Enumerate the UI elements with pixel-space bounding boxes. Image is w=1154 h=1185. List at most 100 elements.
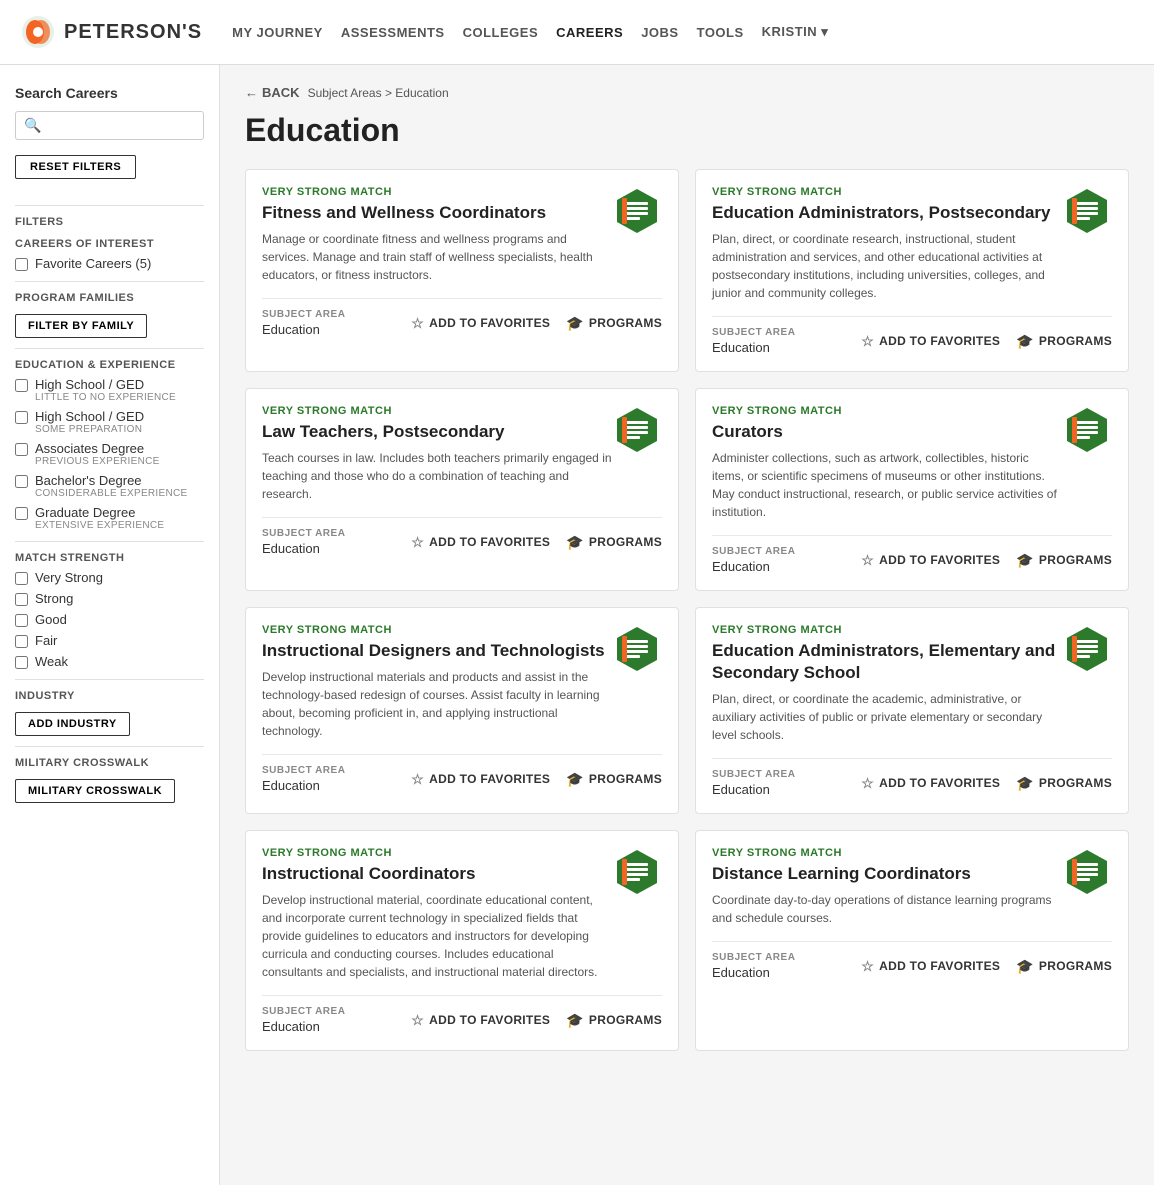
nav-jobs[interactable]: JOBS xyxy=(641,25,678,40)
card-desc-4: Develop instructional materials and prod… xyxy=(262,668,612,740)
programs-button-5[interactable]: 🎓 PROGRAMS xyxy=(1016,775,1112,792)
card-footer-3: SUBJECT AREA Education ☆ ADD TO FAVORITE… xyxy=(712,535,1112,574)
card-top-1: VERY STRONG MATCH Education Administrato… xyxy=(712,186,1112,302)
match-checkbox-2[interactable] xyxy=(15,614,28,627)
nav-user[interactable]: KRISTIN ▾ xyxy=(762,24,829,40)
add-to-favorites-button-1[interactable]: ☆ ADD TO FAVORITES xyxy=(861,333,1000,350)
add-to-favorites-button-0[interactable]: ☆ ADD TO FAVORITES xyxy=(411,315,550,332)
breadcrumb-path: Subject Areas > Education xyxy=(308,86,449,100)
card-top-4: VERY STRONG MATCH Instructional Designer… xyxy=(262,624,662,740)
card-top-3: VERY STRONG MATCH Curators Administer co… xyxy=(712,405,1112,521)
logo-text: PETERSON'S xyxy=(64,21,202,44)
card-icon-2 xyxy=(612,405,662,458)
programs-button-4[interactable]: 🎓 PROGRAMS xyxy=(566,771,662,788)
programs-icon-1: 🎓 xyxy=(1016,333,1034,350)
nav-assessments[interactable]: ASSESSMENTS xyxy=(341,25,445,40)
star-icon-5: ☆ xyxy=(861,775,874,792)
programs-icon-2: 🎓 xyxy=(566,534,584,551)
add-to-favorites-button-7[interactable]: ☆ ADD TO FAVORITES xyxy=(861,958,1000,975)
search-box[interactable]: 🔍 xyxy=(15,111,204,140)
career-card-3: VERY STRONG MATCH Curators Administer co… xyxy=(695,388,1129,591)
match-checkbox-1[interactable] xyxy=(15,593,28,606)
nav-colleges[interactable]: COLLEGES xyxy=(463,25,539,40)
card-actions-6: ☆ ADD TO FAVORITES 🎓 PROGRAMS xyxy=(411,1012,662,1029)
programs-button-6[interactable]: 🎓 PROGRAMS xyxy=(566,1012,662,1029)
edu-checkbox-0[interactable] xyxy=(15,379,28,392)
match-checkbox-0[interactable] xyxy=(15,572,28,585)
add-industry-button[interactable]: ADD INDUSTRY xyxy=(15,712,130,736)
card-top-7: VERY STRONG MATCH Distance Learning Coor… xyxy=(712,847,1112,927)
divider-4 xyxy=(15,541,204,542)
search-input[interactable] xyxy=(46,118,195,133)
card-desc-6: Develop instructional material, coordina… xyxy=(262,891,612,981)
card-content-7: VERY STRONG MATCH Distance Learning Coor… xyxy=(712,847,1062,927)
card-top-2: VERY STRONG MATCH Law Teachers, Postseco… xyxy=(262,405,662,503)
programs-button-7[interactable]: 🎓 PROGRAMS xyxy=(1016,958,1112,975)
programs-icon-0: 🎓 xyxy=(566,315,584,332)
back-button[interactable]: ← BACK xyxy=(245,85,300,100)
card-title-2: Law Teachers, Postsecondary xyxy=(262,421,612,443)
reset-filters-button[interactable]: RESET FILTERS xyxy=(15,155,136,179)
subject-area-3: SUBJECT AREA Education xyxy=(712,546,795,574)
match-item-4: Weak xyxy=(15,654,204,669)
programs-button-1[interactable]: 🎓 PROGRAMS xyxy=(1016,333,1112,350)
card-title-4: Instructional Designers and Technologist… xyxy=(262,640,612,662)
nav-tools[interactable]: TOOLS xyxy=(697,25,744,40)
star-icon-6: ☆ xyxy=(411,1012,424,1029)
careers-of-interest-heading: CAREERS OF INTEREST xyxy=(15,238,204,250)
card-desc-2: Teach courses in law. Includes both teac… xyxy=(262,449,612,503)
filter-by-family-button[interactable]: FILTER BY FAMILY xyxy=(15,314,147,338)
edu-checkbox-2[interactable] xyxy=(15,443,28,456)
divider-3 xyxy=(15,348,204,349)
edu-label-4: Graduate Degree EXTENSIVE EXPERIENCE xyxy=(35,505,164,531)
logo[interactable]: PETERSON'S xyxy=(20,14,202,50)
card-title-5: Education Administrators, Elementary and… xyxy=(712,640,1062,684)
add-to-favorites-button-3[interactable]: ☆ ADD TO FAVORITES xyxy=(861,552,1000,569)
add-to-favorites-button-2[interactable]: ☆ ADD TO FAVORITES xyxy=(411,534,550,551)
career-card-7: VERY STRONG MATCH Distance Learning Coor… xyxy=(695,830,1129,1051)
match-label-4c: VERY STRONG MATCH xyxy=(262,624,612,636)
edu-checkbox-4[interactable] xyxy=(15,507,28,520)
subject-area-1: SUBJECT AREA Education xyxy=(712,327,795,355)
card-actions-2: ☆ ADD TO FAVORITES 🎓 PROGRAMS xyxy=(411,534,662,551)
match-checkbox-3[interactable] xyxy=(15,635,28,648)
education-heading: EDUCATION & EXPERIENCE xyxy=(15,359,204,371)
programs-button-0[interactable]: 🎓 PROGRAMS xyxy=(566,315,662,332)
programs-button-3[interactable]: 🎓 PROGRAMS xyxy=(1016,552,1112,569)
match-label-2: Good xyxy=(35,612,67,627)
match-item-2: Good xyxy=(15,612,204,627)
logo-icon xyxy=(20,14,56,50)
card-title-0: Fitness and Wellness Coordinators xyxy=(262,202,612,224)
edu-checkbox-3[interactable] xyxy=(15,475,28,488)
edu-label-0: High School / GED LITTLE TO NO EXPERIENC… xyxy=(35,377,176,403)
military-heading: MILITARY CROSSWALK xyxy=(15,757,204,769)
add-to-favorites-button-4[interactable]: ☆ ADD TO FAVORITES xyxy=(411,771,550,788)
programs-button-2[interactable]: 🎓 PROGRAMS xyxy=(566,534,662,551)
match-label-2: VERY STRONG MATCH xyxy=(262,405,612,417)
add-to-favorites-button-6[interactable]: ☆ ADD TO FAVORITES xyxy=(411,1012,550,1029)
edu-item-0: High School / GED LITTLE TO NO EXPERIENC… xyxy=(15,377,204,403)
match-strength-heading: MATCH STRENGTH xyxy=(15,552,204,564)
add-to-favorites-button-5[interactable]: ☆ ADD TO FAVORITES xyxy=(861,775,1000,792)
nav-my-journey[interactable]: MY JOURNEY xyxy=(232,25,323,40)
card-title-6: Instructional Coordinators xyxy=(262,863,612,885)
card-icon-1 xyxy=(1062,186,1112,239)
match-label-7: VERY STRONG MATCH xyxy=(712,847,1062,859)
edu-checkbox-1[interactable] xyxy=(15,411,28,424)
match-item-3: Fair xyxy=(15,633,204,648)
career-card-6: VERY STRONG MATCH Instructional Coordina… xyxy=(245,830,679,1051)
favorite-careers-checkbox[interactable] xyxy=(15,258,28,271)
match-checkbox-4[interactable] xyxy=(15,656,28,669)
military-crosswalk-button[interactable]: MILITARY CROSSWALK xyxy=(15,779,175,803)
programs-icon-4: 🎓 xyxy=(566,771,584,788)
card-title-7: Distance Learning Coordinators xyxy=(712,863,1062,885)
career-card-4: VERY STRONG MATCH Instructional Designer… xyxy=(245,607,679,814)
nav-careers[interactable]: CAREERS xyxy=(556,25,623,40)
star-icon-2: ☆ xyxy=(411,534,424,551)
edu-label-3: Bachelor's Degree CONSIDERABLE EXPERIENC… xyxy=(35,473,188,499)
star-icon-0: ☆ xyxy=(411,315,424,332)
card-footer-7: SUBJECT AREA Education ☆ ADD TO FAVORITE… xyxy=(712,941,1112,980)
subject-area-2: SUBJECT AREA Education xyxy=(262,528,345,556)
card-desc-5: Plan, direct, or coordinate the academic… xyxy=(712,690,1062,744)
card-footer-0: SUBJECT AREA Education ☆ ADD TO FAVORITE… xyxy=(262,298,662,337)
